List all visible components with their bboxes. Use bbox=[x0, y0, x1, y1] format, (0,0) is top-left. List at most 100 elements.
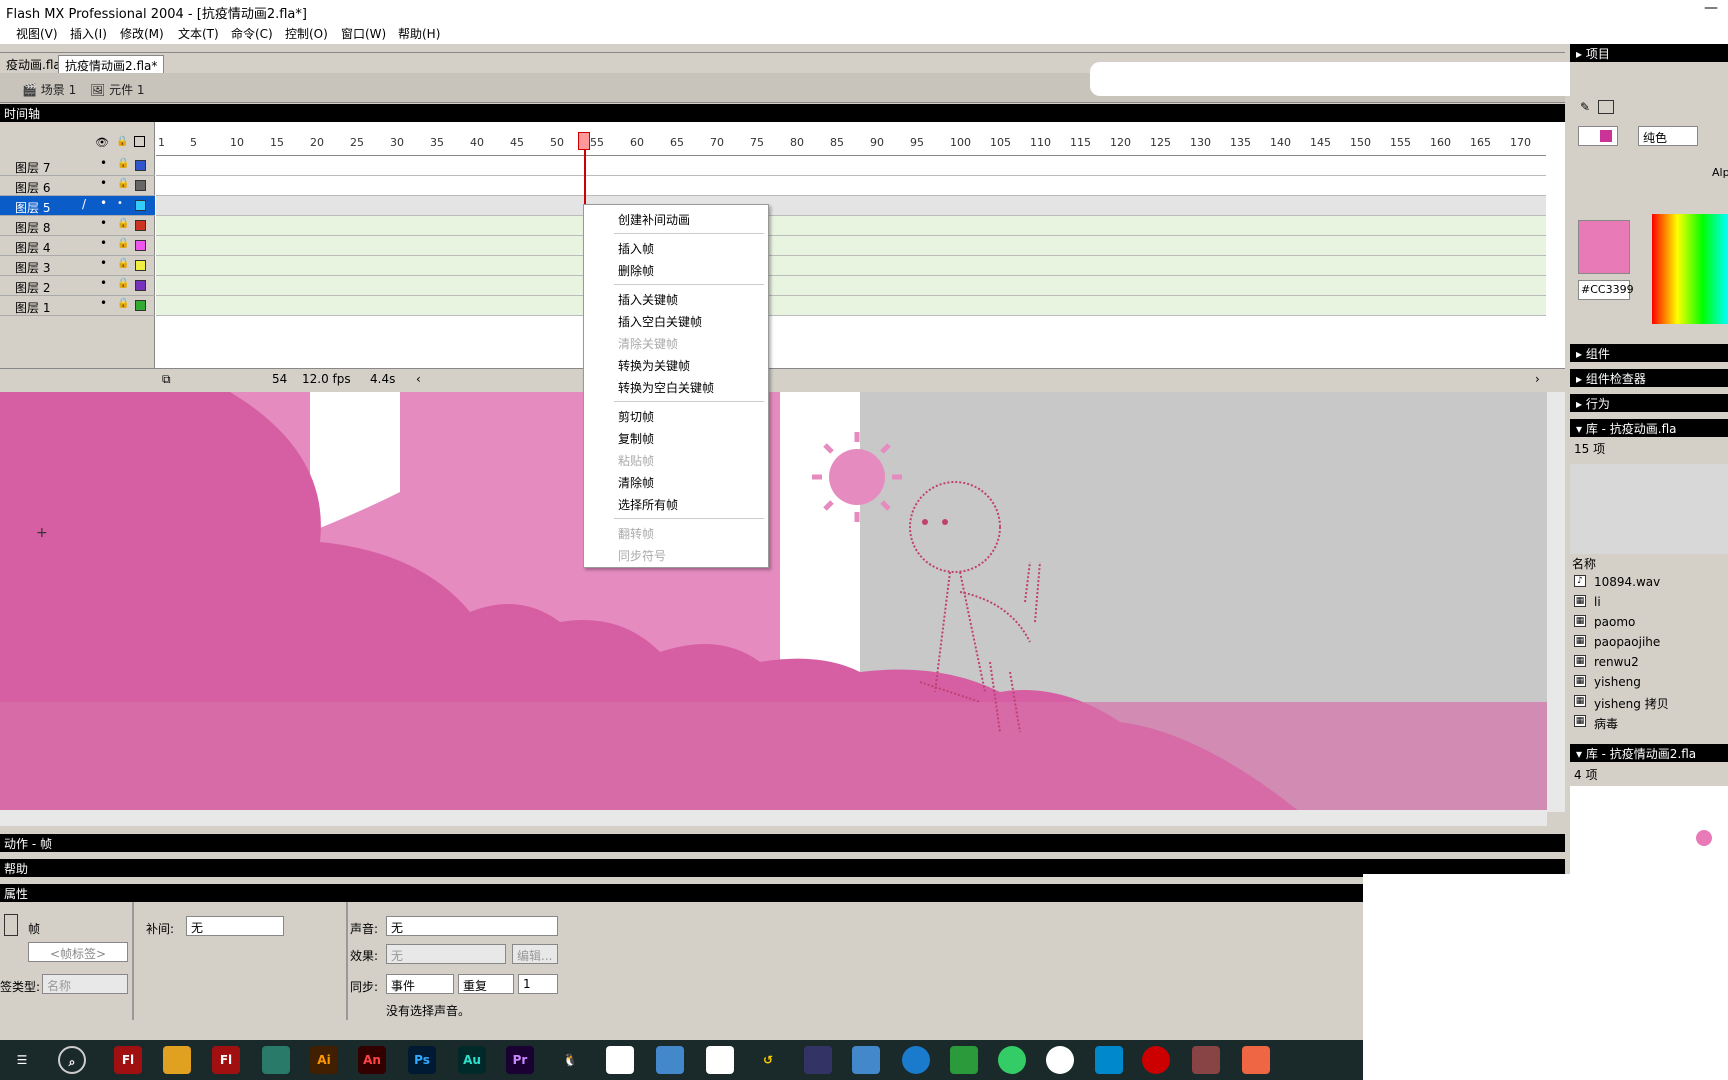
minimize-icon[interactable]: — bbox=[1704, 0, 1718, 16]
menu-modify[interactable]: 修改(M) bbox=[120, 25, 164, 42]
frame-row[interactable] bbox=[156, 276, 1546, 296]
menu-window[interactable]: 窗口(W) bbox=[341, 25, 386, 42]
frame-row[interactable] bbox=[156, 236, 1546, 256]
fill-type-select[interactable]: 纯色 bbox=[1638, 126, 1698, 146]
layer-color-swatch[interactable] bbox=[135, 240, 146, 251]
frame-ruler[interactable]: 1 5 10 15 20 25 30 35 40 45 50 55 60 65 70 75 80 85 90 95 10… bbox=[156, 122, 1546, 156]
context-menu-item[interactable]: 插入帧 bbox=[584, 238, 768, 258]
app-icon[interactable] bbox=[998, 1046, 1026, 1074]
layer-color-swatch[interactable] bbox=[135, 300, 146, 311]
sync-select[interactable]: 事件 bbox=[386, 974, 454, 994]
layer-row[interactable]: 图层 4 • 🔒 bbox=[0, 236, 155, 256]
search-icon[interactable]: ⌕ bbox=[58, 1046, 86, 1074]
library-item[interactable]: ▦ paopaojihe bbox=[1570, 632, 1728, 652]
component-inspector-header[interactable]: ▸ 组件检查器 bbox=[1570, 369, 1728, 387]
app-icon[interactable] bbox=[1046, 1046, 1074, 1074]
timeline-header[interactable]: 时间轴 bbox=[0, 104, 1565, 122]
flash-app-icon[interactable]: Fl bbox=[212, 1046, 240, 1074]
context-menu-item[interactable]: 删除帧 bbox=[584, 260, 768, 280]
context-menu-item[interactable]: 插入关键帧 bbox=[584, 289, 768, 309]
edge-icon[interactable] bbox=[902, 1046, 930, 1074]
photoshop-icon[interactable]: Ps bbox=[408, 1046, 436, 1074]
flash-player-icon[interactable] bbox=[1142, 1046, 1170, 1074]
frame-rate[interactable]: 12.0 fps bbox=[302, 372, 351, 386]
audition-icon[interactable]: Au bbox=[458, 1046, 486, 1074]
frame-row[interactable] bbox=[156, 176, 1546, 196]
behaviors-header[interactable]: ▸ 行为 bbox=[1570, 394, 1728, 412]
project-panel-header[interactable]: ▸ 项目 bbox=[1570, 44, 1728, 62]
layer-color-swatch[interactable] bbox=[135, 200, 146, 211]
layer-row[interactable]: 图层 2 • 🔒 bbox=[0, 276, 155, 296]
context-menu-item[interactable]: 选择所有帧 bbox=[584, 494, 768, 514]
illustrator-icon[interactable]: Ai bbox=[310, 1046, 338, 1074]
window-app-icon[interactable] bbox=[606, 1046, 634, 1074]
context-menu-item[interactable]: 复制帧 bbox=[584, 428, 768, 448]
stage-vertical-scrollbar[interactable] bbox=[1547, 392, 1565, 812]
library-item[interactable]: ▦ li bbox=[1570, 592, 1728, 612]
scroll-left-icon[interactable]: ‹ bbox=[416, 372, 421, 386]
library-item[interactable]: ▦ 病毒 bbox=[1570, 712, 1728, 732]
scene-1-crumb[interactable]: 🎬 场景 1 bbox=[22, 81, 76, 98]
repeat-count-input[interactable]: 1 bbox=[518, 974, 558, 994]
app-icon[interactable] bbox=[1242, 1046, 1270, 1074]
app-icon[interactable] bbox=[656, 1046, 684, 1074]
app-icon[interactable] bbox=[950, 1046, 978, 1074]
tab-doc-2[interactable]: 抗疫情动画2.fla* bbox=[58, 55, 165, 73]
lock-icon[interactable]: 🔒 bbox=[117, 298, 129, 309]
flash-app-icon[interactable]: Fl bbox=[114, 1046, 142, 1074]
qq-icon[interactable]: 🐧 bbox=[556, 1046, 584, 1074]
eye-icon[interactable]: 👁 bbox=[95, 136, 109, 149]
menu-help[interactable]: 帮助(H) bbox=[398, 25, 440, 42]
effect-select[interactable]: 无 bbox=[386, 944, 506, 964]
library-item[interactable]: ▦ paomo bbox=[1570, 612, 1728, 632]
library-item[interactable]: ▦ yisheng bbox=[1570, 672, 1728, 692]
repeat-select[interactable]: 重复 bbox=[458, 974, 514, 994]
context-menu-item[interactable]: 清除帧 bbox=[584, 472, 768, 492]
lock-icon[interactable]: 🔒 bbox=[117, 178, 129, 189]
layer-color-swatch[interactable] bbox=[135, 220, 146, 231]
frame-row[interactable] bbox=[156, 156, 1546, 176]
context-menu-item[interactable]: 创建补间动画 bbox=[584, 209, 768, 229]
layer-row[interactable]: 图层 3 • 🔒 bbox=[0, 256, 155, 276]
lock-icon[interactable]: 🔒 bbox=[117, 278, 129, 289]
outline-icon[interactable] bbox=[134, 136, 145, 147]
playhead-handle[interactable] bbox=[578, 132, 590, 150]
window-app-icon[interactable] bbox=[706, 1046, 734, 1074]
menu-control[interactable]: 控制(O) bbox=[285, 25, 328, 42]
library-item[interactable]: ▦ yisheng 拷贝 bbox=[1570, 692, 1728, 712]
help-panel-header[interactable]: 帮助 bbox=[0, 859, 1565, 877]
stage-horizontal-scrollbar[interactable] bbox=[0, 810, 1547, 826]
stage[interactable]: + bbox=[0, 392, 1565, 812]
layer-row-selected[interactable]: 图层 5 / • • bbox=[0, 196, 155, 216]
context-menu-item[interactable]: 插入空白关键帧 bbox=[584, 311, 768, 331]
pencil-icon[interactable]: ✎ bbox=[1580, 100, 1590, 114]
menu-commands[interactable]: 命令(C) bbox=[231, 25, 273, 42]
library1-header[interactable]: ▾ 库 - 抗疫动画.fla bbox=[1570, 419, 1728, 437]
app-icon[interactable] bbox=[1095, 1046, 1123, 1074]
library-item[interactable]: ♪ 10894.wav bbox=[1570, 572, 1728, 592]
frame-row[interactable] bbox=[156, 296, 1546, 316]
scroll-right-icon[interactable]: › bbox=[1535, 372, 1540, 386]
layer-color-swatch[interactable] bbox=[135, 180, 146, 191]
task-view-icon[interactable]: ☰ bbox=[8, 1046, 36, 1074]
layer-row[interactable]: 图层 1 • 🔒 bbox=[0, 296, 155, 316]
frame-row[interactable] bbox=[156, 216, 1546, 236]
color-spectrum[interactable] bbox=[1652, 214, 1728, 324]
library-item[interactable]: ▦ renwu2 bbox=[1570, 652, 1728, 672]
animate-icon[interactable]: An bbox=[358, 1046, 386, 1074]
frames-area[interactable]: 1 5 10 15 20 25 30 35 40 45 50 55 60 65 70 75 80 85 90 95 10… bbox=[156, 122, 1546, 330]
app-icon[interactable] bbox=[262, 1046, 290, 1074]
library2-header[interactable]: ▾ 库 - 抗疫情动画2.fla bbox=[1570, 744, 1728, 762]
layer-row[interactable]: 图层 7 • 🔒 bbox=[0, 156, 155, 176]
premiere-icon[interactable]: Pr bbox=[506, 1046, 534, 1074]
layer-row[interactable]: 图层 8 • 🔒 bbox=[0, 216, 155, 236]
tween-select[interactable]: 无 bbox=[186, 916, 284, 936]
properties-panel-header[interactable]: 属性 bbox=[0, 884, 1565, 902]
lock-icon[interactable]: 🔒 bbox=[117, 258, 129, 269]
explorer-icon[interactable] bbox=[163, 1046, 191, 1074]
name-column-header[interactable]: 名称 bbox=[1572, 555, 1596, 572]
frame-row[interactable] bbox=[156, 196, 1546, 216]
context-menu-item[interactable]: 转换为空白关键帧 bbox=[584, 377, 768, 397]
fill-color-button[interactable] bbox=[1578, 126, 1618, 146]
tab-doc-1[interactable]: 疫动画.fla bbox=[0, 55, 67, 73]
